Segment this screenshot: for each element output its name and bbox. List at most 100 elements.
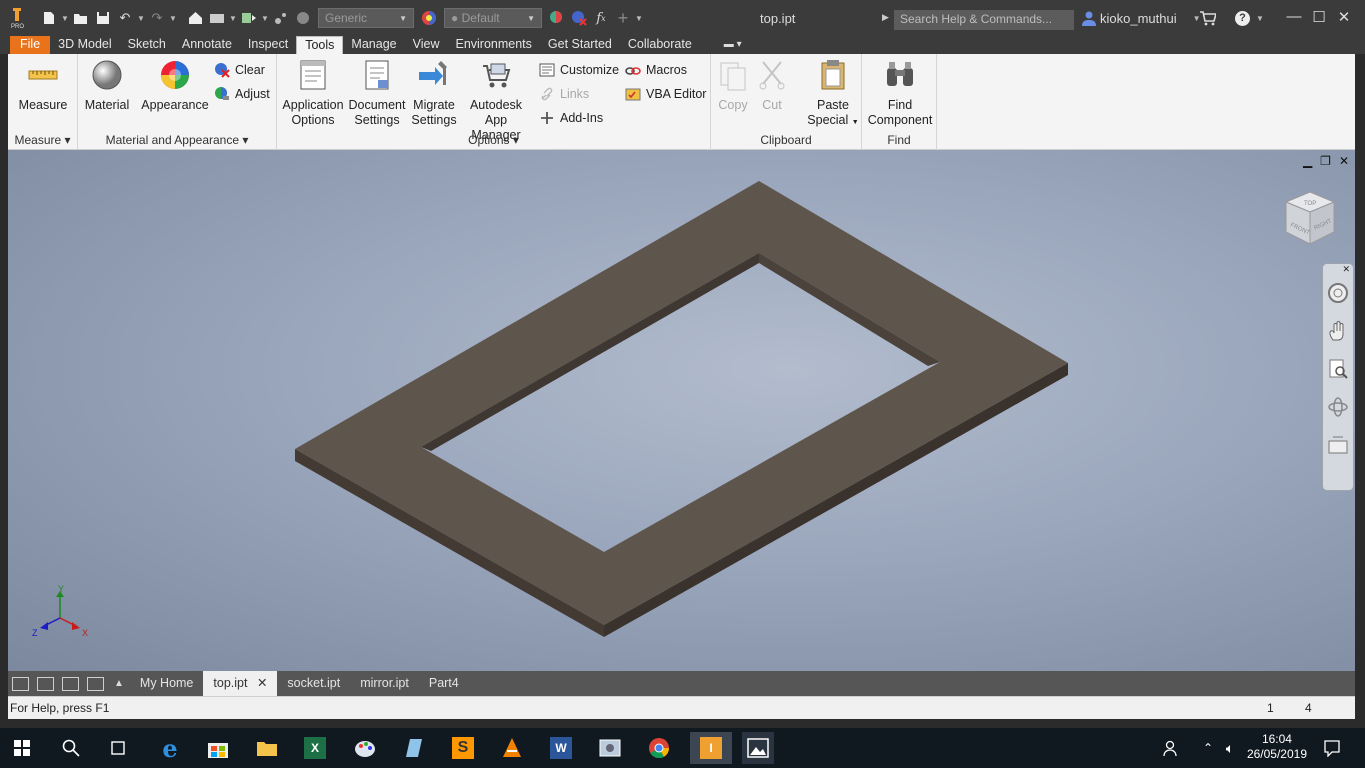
inventor-logo-icon[interactable]: PRO: [6, 7, 28, 29]
parameters-icon[interactable]: fx: [590, 7, 612, 29]
paint-icon[interactable]: [349, 732, 381, 764]
migrate-settings-button[interactable]: Migrate Settings: [409, 58, 459, 128]
tab-inspect[interactable]: Inspect: [240, 36, 296, 54]
sublime-text-icon[interactable]: S: [447, 732, 479, 764]
tab-3d-model[interactable]: 3D Model: [50, 36, 120, 54]
material-combo[interactable]: Generic ▼: [318, 8, 414, 28]
add-ins-button[interactable]: Add-Ins: [539, 110, 603, 126]
photos-icon[interactable]: [742, 732, 774, 764]
undo-icon[interactable]: ↶: [114, 7, 136, 29]
paste-special-button[interactable]: Paste Special ▼: [807, 58, 859, 130]
doc-tab-mirror[interactable]: mirror.ipt: [350, 671, 419, 696]
find-component-button[interactable]: Find Component: [864, 58, 936, 128]
volume-icon[interactable]: 🔈︎: [1214, 732, 1246, 764]
inventor-taskbar-icon[interactable]: I: [690, 732, 732, 764]
tab-collaborate[interactable]: Collaborate: [620, 36, 700, 54]
tab-view[interactable]: View: [405, 36, 448, 54]
graphics-viewport[interactable]: ▁ ❐ ✕ TOP FRONT RIGHT ✕ Y X Z: [8, 150, 1355, 671]
tab-manage[interactable]: Manage: [343, 36, 404, 54]
return-icon[interactable]: [206, 7, 228, 29]
arrange-vertical-icon[interactable]: [87, 676, 104, 691]
cut-button[interactable]: Cut: [755, 58, 789, 113]
tab-sketch[interactable]: Sketch: [120, 36, 174, 54]
app-manager-button[interactable]: Autodesk App Manager: [459, 58, 533, 143]
redo-dropdown-icon[interactable]: ▼: [168, 14, 178, 23]
return-dropdown-icon[interactable]: ▼: [228, 14, 238, 23]
steering-wheel-icon[interactable]: [1327, 282, 1349, 304]
user-account[interactable]: kioko_muthui ▼: [1082, 11, 1201, 26]
maximize-button[interactable]: ☐: [1307, 8, 1331, 30]
look-at-icon[interactable]: [1327, 434, 1349, 456]
excel-icon[interactable]: X: [299, 732, 331, 764]
update-icon[interactable]: [238, 7, 260, 29]
material-button[interactable]: Material: [80, 58, 134, 113]
frame-part-model[interactable]: [295, 181, 1068, 637]
task-view-icon[interactable]: [102, 732, 134, 764]
links-button[interactable]: Links: [539, 86, 589, 102]
ribbon-display-icon[interactable]: ▬ ▾: [724, 36, 742, 54]
doc-tab-my-home[interactable]: My Home: [130, 671, 203, 696]
material-browser-icon[interactable]: [292, 7, 314, 29]
save-icon[interactable]: [92, 7, 114, 29]
minimize-button[interactable]: —: [1282, 8, 1306, 30]
file-explorer-icon[interactable]: [251, 732, 283, 764]
redo-icon[interactable]: ↷: [146, 7, 168, 29]
document-settings-button[interactable]: Document Settings: [347, 58, 407, 128]
people-icon[interactable]: [1156, 732, 1188, 764]
doc-tab-top[interactable]: top.ipt ✕: [203, 671, 278, 696]
zoom-icon[interactable]: [1327, 358, 1349, 380]
taskbar-clock[interactable]: 16:04 26/05/2019: [1247, 732, 1307, 762]
search-taskbar-icon[interactable]: [55, 732, 87, 764]
measure-panel-title[interactable]: Measure ▾: [8, 133, 77, 147]
measure-button[interactable]: Measure: [11, 58, 75, 113]
word-icon[interactable]: W: [545, 732, 577, 764]
navbar-close-icon[interactable]: ✕: [1342, 264, 1350, 275]
tile-icon[interactable]: [37, 676, 54, 691]
help-dropdown-icon[interactable]: ▼: [1256, 14, 1264, 23]
cascade-icon[interactable]: [12, 676, 29, 691]
home-icon[interactable]: [184, 7, 206, 29]
help-icon[interactable]: ?: [1235, 11, 1250, 26]
appearance-button[interactable]: Appearance: [140, 58, 210, 113]
appearance-combo[interactable]: ● Default ▼: [444, 8, 542, 28]
viewcube[interactable]: TOP FRONT RIGHT: [1282, 188, 1338, 248]
open-icon[interactable]: [70, 7, 92, 29]
tab-tools[interactable]: Tools: [296, 36, 344, 54]
clear-button[interactable]: Clear: [214, 62, 265, 78]
copy-button[interactable]: Copy: [713, 58, 753, 113]
doc-tab-socket[interactable]: socket.ipt: [277, 671, 350, 696]
edge-icon[interactable]: e: [154, 732, 186, 764]
add-icon[interactable]: +: [612, 7, 634, 29]
tab-environments[interactable]: Environments: [447, 36, 539, 54]
application-options-button[interactable]: Application Options: [280, 58, 346, 128]
clear-appearance-icon[interactable]: [568, 7, 590, 29]
select-icon[interactable]: [270, 7, 292, 29]
pan-hand-icon[interactable]: [1327, 320, 1349, 342]
vlc-icon[interactable]: [496, 732, 528, 764]
vba-editor-button[interactable]: VBA Editor: [625, 86, 706, 102]
search-input[interactable]: Search Help & Commands...: [894, 10, 1074, 30]
app-icon-blue[interactable]: [397, 732, 429, 764]
document-list-icon[interactable]: ▲: [114, 678, 124, 689]
arrange-horizontal-icon[interactable]: [62, 676, 79, 691]
new-file-icon[interactable]: [38, 7, 60, 29]
store-icon[interactable]: [202, 732, 234, 764]
close-button[interactable]: ✕: [1332, 8, 1356, 30]
material-appearance-panel-title[interactable]: Material and Appearance ▾: [78, 133, 276, 147]
doc-tab-close-icon[interactable]: ✕: [257, 676, 267, 690]
expand-search-icon[interactable]: ▶: [882, 12, 889, 23]
options-panel-title[interactable]: Options ▾: [277, 133, 710, 147]
update-dropdown-icon[interactable]: ▼: [260, 14, 270, 23]
customize-qa-dropdown-icon[interactable]: ▼: [634, 14, 644, 23]
macros-button[interactable]: Macros: [625, 62, 687, 78]
tab-file[interactable]: File: [10, 36, 51, 54]
adjust-button[interactable]: Adjust: [214, 86, 270, 102]
orbit-icon[interactable]: [1327, 396, 1349, 418]
notifications-icon[interactable]: [1316, 732, 1348, 764]
doc-tab-part4[interactable]: Part4: [419, 671, 469, 696]
tab-get-started[interactable]: Get Started: [540, 36, 620, 54]
tab-annotate[interactable]: Annotate: [174, 36, 240, 54]
customize-button[interactable]: Customize: [539, 62, 619, 78]
adjust-appearance-icon[interactable]: [546, 7, 568, 29]
undo-dropdown-icon[interactable]: ▼: [136, 14, 146, 23]
